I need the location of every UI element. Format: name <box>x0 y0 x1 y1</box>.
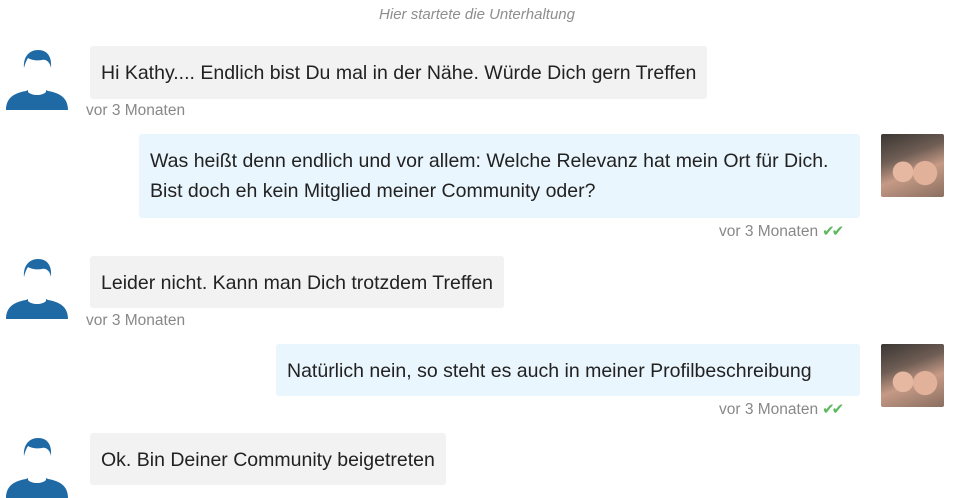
message-timestamp: vor 3 Monaten <box>86 102 186 119</box>
profile-photo-avatar[interactable] <box>881 134 944 197</box>
message-timestamp: vor 3 Monaten <box>719 401 819 418</box>
user-silhouette-icon[interactable] <box>6 257 68 319</box>
message-timestamp: vor 3 Monaten <box>719 223 819 240</box>
message-text: Was heißt denn endlich und vor allem: We… <box>150 150 829 202</box>
message-text: Leider nicht. Kann man Dich trotzdem Tre… <box>101 272 494 294</box>
message-text: Hi Kathy.... Endlich bist Du mal in der … <box>101 62 697 84</box>
message-bubble: Natürlich nein, so steht es auch in mein… <box>276 344 860 396</box>
message-bubble: Hi Kathy.... Endlich bist Du mal in der … <box>90 46 708 99</box>
message-bubble: Leider nicht. Kann man Dich trotzdem Tre… <box>90 256 505 308</box>
message-timestamp: vor 3 Monaten <box>86 312 186 329</box>
message-bubble: Was heißt denn endlich und vor allem: We… <box>139 134 860 218</box>
message-text: Natürlich nein, so steht es auch in mein… <box>287 360 812 382</box>
user-silhouette-icon[interactable] <box>6 48 68 110</box>
message-text: Ok. Bin Deiner Community beigetreten <box>101 449 435 471</box>
profile-photo-avatar[interactable] <box>881 344 944 407</box>
conversation-start-label: Hier startete die Unterhaltung <box>379 6 575 23</box>
message-timestamp-row: vor 3 Monaten ✔✔ <box>719 400 844 419</box>
double-check-icon: ✔✔ <box>822 223 844 240</box>
user-silhouette-icon[interactable] <box>6 436 68 498</box>
message-timestamp-row: vor 3 Monaten ✔✔ <box>719 222 844 241</box>
message-bubble: Ok. Bin Deiner Community beigetreten <box>90 433 446 485</box>
double-check-icon: ✔✔ <box>822 401 844 418</box>
